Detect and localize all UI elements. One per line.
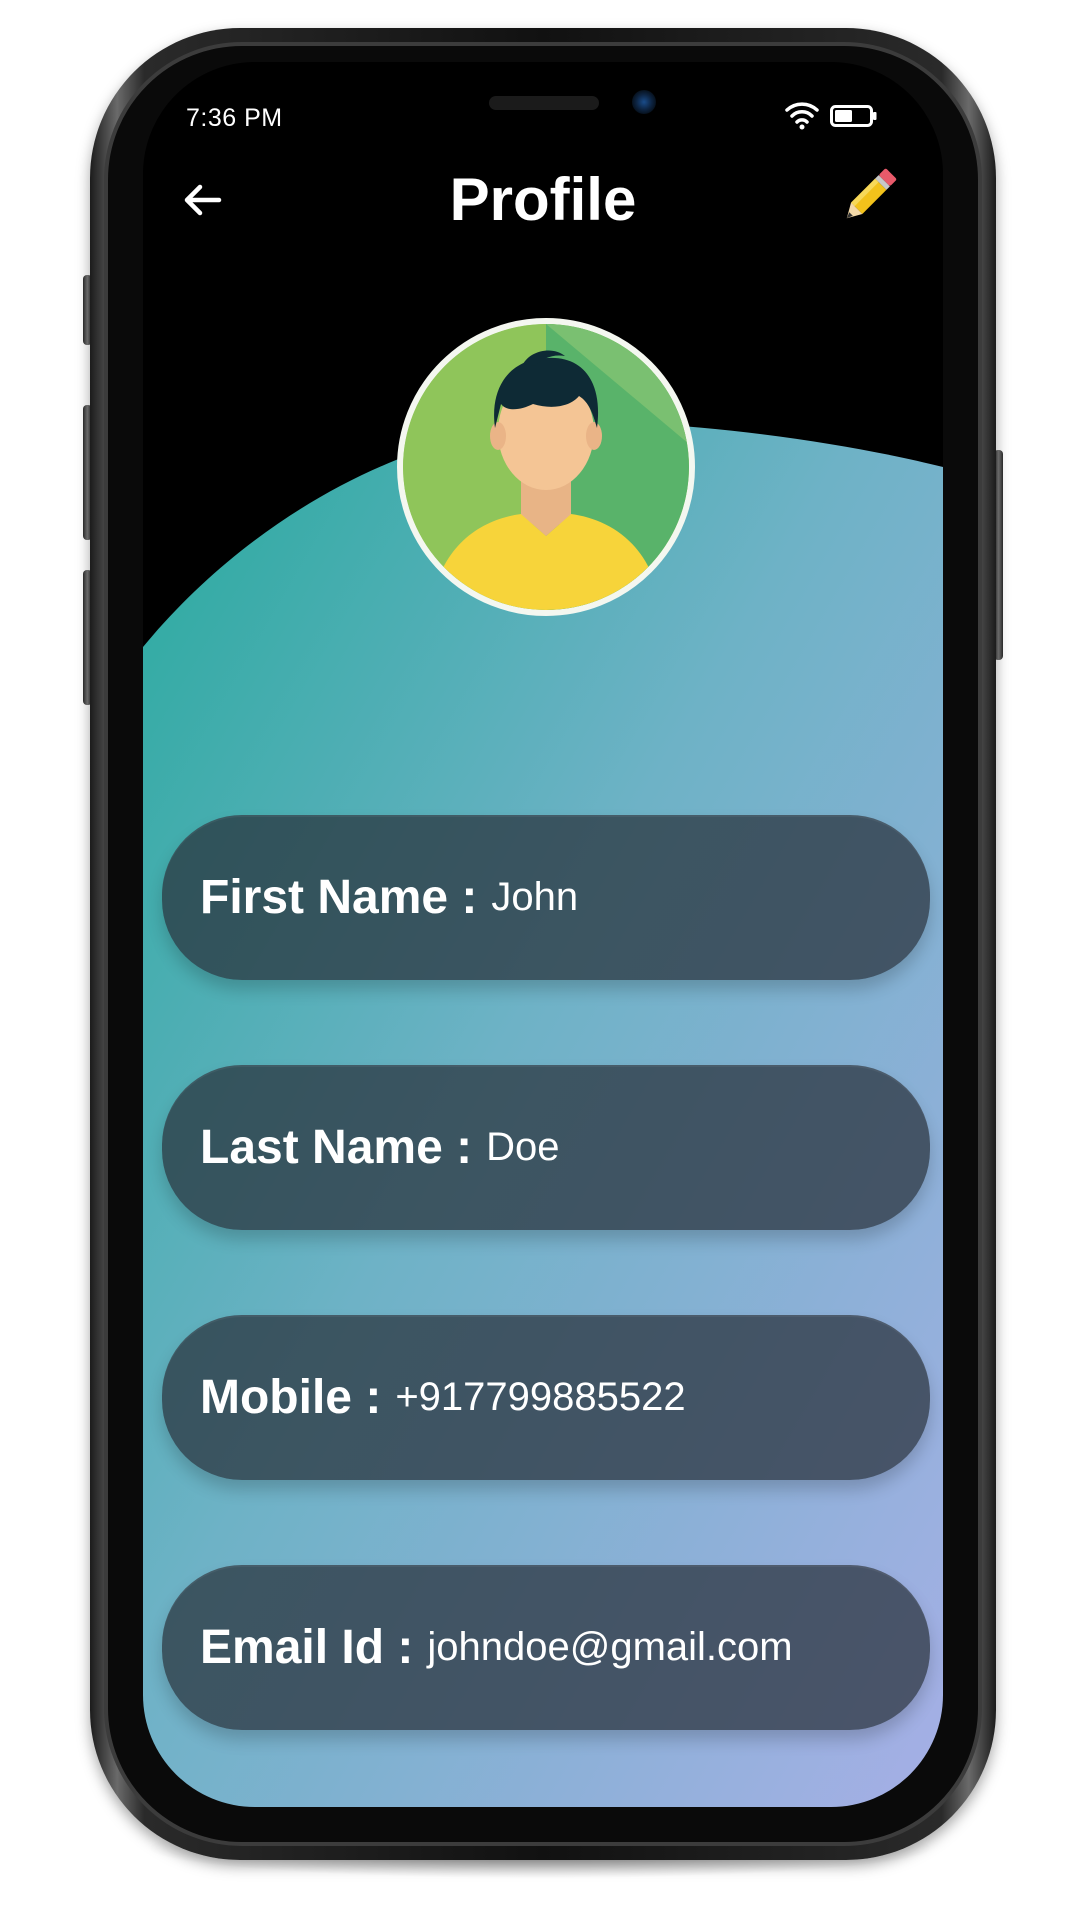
email-field[interactable]: Email Id : johndoe@gmail.com — [162, 1565, 930, 1730]
arrow-left-icon[interactable] — [175, 172, 231, 228]
first-name-label: First Name : — [200, 871, 478, 924]
first-name-field[interactable]: First Name : John — [162, 815, 930, 980]
profile-avatar[interactable] — [397, 318, 695, 616]
wifi-icon — [785, 102, 819, 130]
user-avatar-illustration — [403, 324, 689, 610]
earpiece-speaker — [489, 96, 599, 110]
last-name-field[interactable]: Last Name : Doe — [162, 1065, 930, 1230]
phone-screen: 7:36 PM Profile First Name: John Last N… — [143, 62, 943, 1807]
first-name-value: John — [491, 875, 579, 919]
mobile-field[interactable]: Mobile : +917799885522 — [162, 1315, 930, 1480]
app-mockup: 7:36 PM Profile First Name: John Last N… — [0, 0, 1080, 1920]
last-name-value: Doe — [486, 1125, 560, 1169]
front-camera — [632, 90, 656, 114]
battery-icon — [830, 105, 877, 127]
status-time: 7:36 PM — [186, 104, 283, 132]
pencil-icon[interactable] — [833, 162, 903, 232]
page-title: Profile — [449, 166, 637, 233]
mobile-label: Mobile : — [200, 1371, 382, 1424]
email-label: Email Id : — [200, 1621, 414, 1674]
email-value: johndoe@gmail.com — [427, 1625, 793, 1669]
last-name-label: Last Name : — [200, 1121, 473, 1174]
mobile-value: +917799885522 — [395, 1375, 686, 1419]
